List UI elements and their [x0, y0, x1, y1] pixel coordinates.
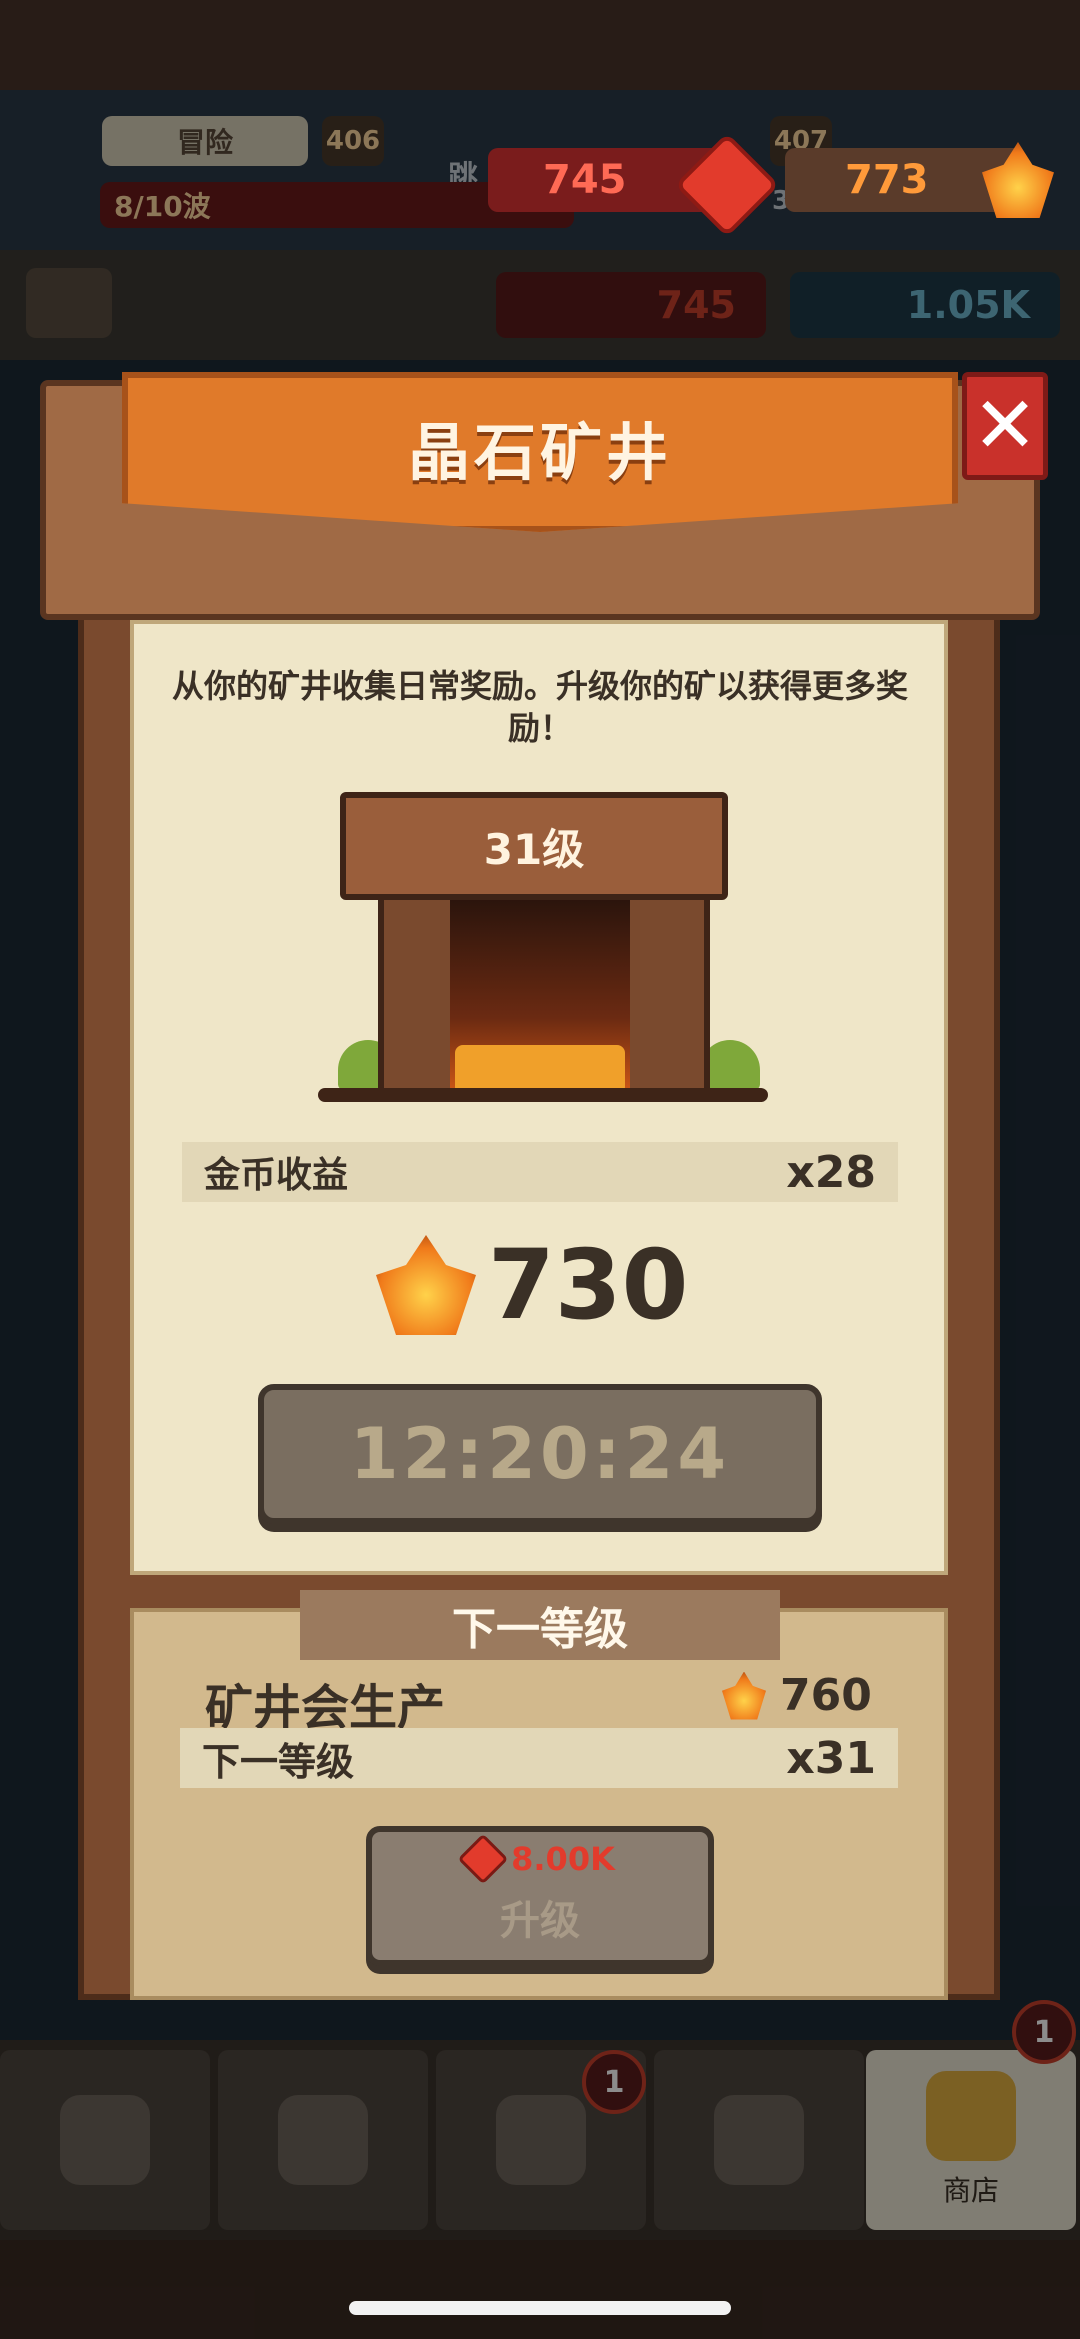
mine-description: 从你的矿井收集日常奖励。升级你的矿以获得更多奖励！	[171, 667, 908, 747]
next-level-header: 下一等级	[300, 1590, 780, 1660]
upgrade-cost: 8.00K	[366, 1833, 714, 1885]
next-level-row: 下一等级 x31	[180, 1728, 898, 1788]
dialog-header: 晶石矿井	[122, 372, 958, 532]
upgrade-label: 升级	[500, 1898, 580, 1944]
dialog-title: 晶石矿井	[407, 416, 672, 489]
mine-level: 31级	[483, 824, 585, 874]
mine-level-sign: 31级	[340, 792, 728, 900]
next-level-label: 下一等级	[202, 1739, 355, 1784]
income-amount-display: 730	[376, 1229, 806, 1341]
crystal-count: 773	[845, 157, 929, 203]
home-indicator[interactable]	[349, 2301, 731, 2315]
close-icon: ✕	[972, 381, 1038, 471]
mine-ground	[318, 1088, 768, 1102]
upgrade-cost-value: 8.00K	[511, 1840, 615, 1878]
next-level-multiplier: x31	[786, 1732, 876, 1784]
income-amount: 730	[488, 1229, 689, 1341]
produce-value: 760	[722, 1670, 872, 1721]
red-gem-count: 745	[543, 157, 627, 203]
collect-timer: 12:20:24	[349, 1413, 731, 1495]
collect-timer-button[interactable]: 12:20:24	[258, 1384, 822, 1524]
crystal-icon	[376, 1235, 476, 1335]
close-button[interactable]: ✕	[962, 372, 1048, 480]
red-gem-icon	[457, 1833, 509, 1885]
crystal-icon	[722, 1671, 766, 1720]
income-row: 金币收益 x28	[182, 1142, 898, 1202]
income-multiplier: x28	[786, 1146, 876, 1198]
produce-amount: 760	[780, 1670, 872, 1721]
income-label: 金币收益	[204, 1155, 349, 1196]
